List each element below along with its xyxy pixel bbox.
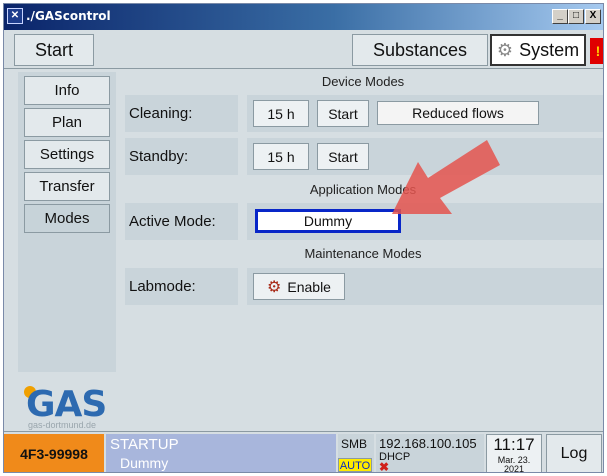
logo-text: GAS	[26, 384, 107, 425]
restore-button[interactable]: □	[568, 9, 584, 24]
network-status: 192.168.100.105 DHCP ✖	[376, 434, 484, 473]
nav-item-info[interactable]: Info	[24, 76, 110, 105]
title-bar[interactable]: ✕ ./GAScontrol _ □ X	[4, 4, 603, 30]
gear-icon: ⚙	[267, 278, 282, 296]
tab-system[interactable]: ⚙ System	[490, 34, 586, 66]
close-button[interactable]: X	[585, 9, 601, 24]
standby-hours-field[interactable]: 15 h	[253, 143, 309, 170]
cleaning-start-button[interactable]: Start	[317, 100, 369, 127]
app-icon: ✕	[7, 8, 23, 24]
labmode-enable-button[interactable]: ⚙ Enable	[253, 273, 345, 300]
standby-label: Standby:	[125, 138, 238, 175]
clock-year: 2021	[503, 464, 525, 473]
app-window: ✕ ./GAScontrol _ □ X Start Substances ⚙ …	[3, 3, 604, 473]
section-application-modes: Application Modes	[309, 182, 417, 197]
log-button[interactable]: Log	[546, 434, 602, 472]
tab-substances[interactable]: Substances	[352, 34, 488, 66]
ip-address: 192.168.100.105	[379, 436, 477, 451]
modes-panel: Device Modes Cleaning: 15 h Start Reduce…	[121, 68, 603, 428]
side-nav: Info Plan Settings Transfer Modes	[18, 72, 114, 372]
smb-label: SMB	[341, 437, 368, 451]
smb-status: SMB AUTO	[338, 434, 374, 472]
section-device-modes: Device Modes	[321, 74, 405, 89]
state-display: STARTUP Dummy	[106, 434, 336, 472]
cleaning-row: 15 h Start Reduced flows	[247, 95, 603, 132]
x-mark-icon: ✖	[379, 460, 390, 473]
labmode-row: ⚙ Enable	[247, 268, 603, 305]
nav-item-settings[interactable]: Settings	[24, 140, 110, 169]
minimize-button[interactable]: _	[552, 9, 568, 24]
device-id-badge: 4F3-99998	[4, 434, 104, 472]
logo-subtitle: gas-dortmund.de	[28, 420, 97, 430]
nav-item-plan[interactable]: Plan	[24, 108, 110, 137]
section-maintenance-modes: Maintenance Modes	[304, 246, 422, 261]
nav-item-modes[interactable]: Modes	[24, 204, 110, 233]
active-mode-label: Active Mode:	[125, 203, 238, 240]
gear-icon: ⚙	[496, 39, 514, 60]
labmode-label: Labmode:	[125, 268, 238, 305]
state-text: STARTUP	[110, 436, 179, 453]
mode-text: Dummy	[120, 455, 169, 471]
status-bar: 4F3-99998 STARTUP Dummy SMB AUTO 192.168…	[4, 431, 603, 473]
labmode-enable-label: Enable	[287, 278, 331, 295]
auto-badge: AUTO	[338, 458, 372, 472]
clock: 11:17 Mar. 23. 2021	[486, 434, 542, 473]
nav-item-transfer[interactable]: Transfer	[24, 172, 110, 201]
active-mode-row: Dummy	[247, 203, 603, 240]
tab-start[interactable]: Start	[14, 34, 94, 66]
tab-system-label: System	[519, 39, 580, 60]
cleaning-flow-select[interactable]: Reduced flows	[377, 101, 539, 125]
cleaning-hours-field[interactable]: 15 h	[253, 100, 309, 127]
clock-time: 11:17	[493, 435, 535, 454]
top-tab-bar: Start Substances ⚙ System !	[4, 30, 603, 69]
alert-indicator[interactable]: !	[590, 38, 603, 64]
standby-row: 15 h Start	[247, 138, 603, 175]
cleaning-label: Cleaning:	[125, 95, 238, 132]
standby-start-button[interactable]: Start	[317, 143, 369, 170]
window-title: ./GAScontrol	[26, 9, 111, 23]
gas-logo: GAS gas-dortmund.de	[24, 382, 134, 430]
active-mode-select[interactable]: Dummy	[255, 209, 401, 233]
